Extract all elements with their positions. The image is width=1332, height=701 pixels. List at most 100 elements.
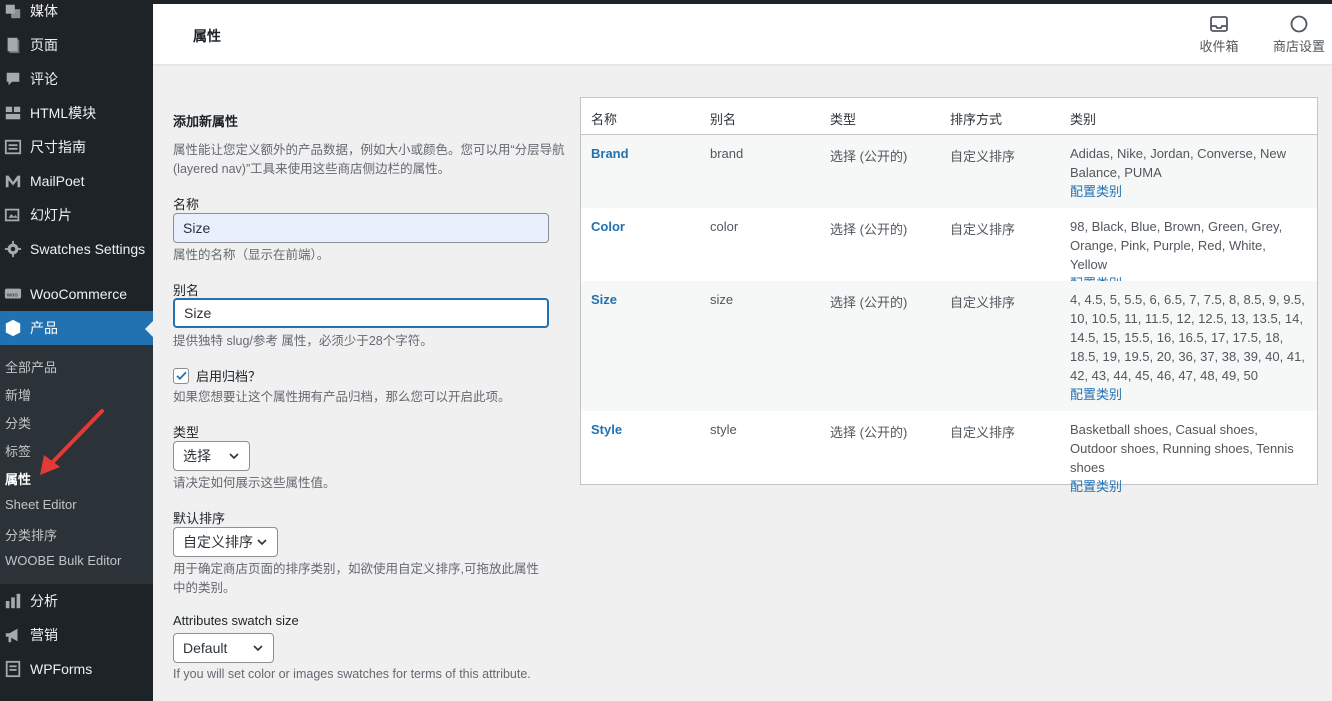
- admin-sidebar: 媒体 页面 评论 HTML模块 尺寸指南 MailPoet 幻灯片 Swatch…: [0, 0, 153, 701]
- configure-terms-link[interactable]: 配置类别: [1070, 477, 1306, 496]
- form-intro: 属性能让您定义额外的产品数据，例如大小或颜色。您可以用“分层导航(layered…: [173, 143, 565, 176]
- inbox-label: 收件箱: [1199, 39, 1239, 54]
- submenu-item-sheet-editor[interactable]: Sheet Editor: [5, 497, 77, 512]
- sidebar-item-label: 分析: [30, 593, 58, 609]
- annotation-arrow-icon: [40, 409, 104, 475]
- inbox-button[interactable]: 收件箱: [1184, 14, 1254, 55]
- submenu-item-categories[interactable]: 分类: [5, 413, 31, 432]
- attribute-order: 自定义排序: [950, 295, 1016, 310]
- table-row: Color color 选择 (公开的) 自定义排序 98, Black, Bl…: [581, 208, 1317, 291]
- archive-help: 如果您想要让这个属性拥有产品归档，那么您可以开启此项。: [173, 390, 511, 404]
- sidebar-item-label: 页面: [30, 37, 58, 53]
- sidebar-item-label: 评论: [30, 71, 58, 87]
- attribute-terms: Adidas, Nike, Jordan, Converse, New Bala…: [1070, 144, 1306, 201]
- swatch-size-select[interactable]: Default: [173, 633, 274, 663]
- sidebar-item-label: 尺寸指南: [30, 139, 86, 155]
- sidebar-item-html-block[interactable]: HTML模块: [0, 96, 153, 130]
- sidebar-item-slides[interactable]: 幻灯片: [0, 198, 153, 232]
- checkmark-icon: [175, 371, 187, 381]
- sidebar-item-label: Swatches Settings: [30, 241, 146, 257]
- attribute-slug: color: [710, 219, 739, 234]
- top-header: 属性 收件箱 商店设置: [153, 0, 1332, 64]
- submenu-item-category-order[interactable]: 分类排序: [5, 525, 57, 544]
- type-help: 请决定如何展示这些属性值。: [173, 476, 336, 490]
- page-icon: [2, 35, 24, 55]
- enable-archive-checkbox[interactable]: [173, 367, 189, 384]
- attribute-name-link[interactable]: Brand: [591, 146, 629, 161]
- default-order-select-value: 自定义排序: [183, 534, 253, 550]
- type-label: 类型: [173, 425, 200, 440]
- enable-archive-label: 启用归档？: [196, 369, 262, 384]
- attribute-terms: Basketball shoes, Casual shoes, Outdoor …: [1070, 420, 1306, 496]
- size-guide-icon: [2, 137, 24, 157]
- megaphone-icon: [2, 625, 24, 645]
- sidebar-item-label: 媒体: [30, 3, 58, 19]
- sidebar-item-label: HTML模块: [30, 105, 97, 121]
- attribute-name-link[interactable]: Color: [591, 219, 625, 234]
- swatch-size-help: If you will set color or images swatches…: [173, 667, 531, 681]
- attribute-terms-text: Adidas, Nike, Jordan, Converse, New Bala…: [1070, 146, 1287, 180]
- column-header-order: 排序方式: [950, 112, 1003, 127]
- swatch-size-select-value: Default: [183, 640, 228, 656]
- attribute-slug: size: [710, 292, 734, 307]
- sidebar-item-comments[interactable]: 评论: [0, 62, 153, 96]
- slides-icon: [2, 205, 24, 225]
- name-input[interactable]: [173, 213, 549, 243]
- column-header-terms: 类别: [1070, 112, 1097, 127]
- sidebar-item-mailpoet[interactable]: MailPoet: [0, 164, 153, 198]
- column-header-name: 名称: [591, 112, 618, 127]
- default-order-select[interactable]: 自定义排序: [173, 527, 278, 557]
- sidebar-item-marketing[interactable]: 营销: [0, 618, 153, 652]
- submenu-item-attributes[interactable]: 属性: [5, 469, 31, 488]
- wpforms-icon: [2, 659, 24, 679]
- store-settings-label: 商店设置: [1272, 39, 1325, 54]
- circle-icon: [1289, 14, 1309, 34]
- submenu-item-add-new[interactable]: 新增: [5, 385, 31, 404]
- sidebar-item-wpforms[interactable]: WPForms: [0, 652, 153, 686]
- attribute-terms: 4, 4.5, 5, 5.5, 6, 6.5, 7, 7.5, 8, 8.5, …: [1070, 290, 1306, 404]
- configure-terms-link[interactable]: 配置类别: [1070, 182, 1306, 201]
- attribute-slug: brand: [710, 146, 744, 161]
- configure-terms-link[interactable]: 配置类别: [1070, 385, 1306, 404]
- attribute-order: 自定义排序: [950, 222, 1016, 237]
- submenu-item-tags[interactable]: 标签: [5, 441, 31, 460]
- column-header-type: 类型: [830, 112, 857, 127]
- attribute-terms-text: 98, Black, Blue, Brown, Green, Grey, Ora…: [1070, 219, 1283, 272]
- type-select[interactable]: 选择: [173, 441, 250, 471]
- attributes-table: 名称 别名 类型 排序方式 类别 Brand brand 选择 (公开的) 自定…: [580, 97, 1318, 494]
- sidebar-item-products[interactable]: 产品: [0, 311, 153, 345]
- attribute-name-link[interactable]: Style: [591, 422, 622, 437]
- attribute-type: 选择 (公开的): [830, 425, 908, 440]
- sidebar-item-label: 产品: [30, 320, 58, 336]
- attribute-name-link[interactable]: Size: [591, 292, 617, 307]
- default-order-label: 默认排序: [173, 511, 226, 526]
- sidebar-item-media[interactable]: 媒体: [0, 0, 153, 28]
- chevron-down-icon: [257, 539, 267, 546]
- chevron-down-icon: [229, 453, 239, 460]
- sidebar-item-label: WPForms: [30, 661, 93, 677]
- sidebar-item-pages[interactable]: 页面: [0, 28, 153, 62]
- slug-help: 提供独特 slug/参考 属性，必须少于28个字符。: [173, 334, 433, 348]
- inbox-icon: [1209, 14, 1229, 34]
- column-header-slug: 别名: [710, 112, 737, 127]
- sidebar-item-analytics[interactable]: 分析: [0, 584, 153, 618]
- submenu-item-all-products[interactable]: 全部产品: [5, 357, 57, 376]
- analytics-icon: [2, 591, 24, 611]
- submenu-item-woobe-bulk-editor[interactable]: WOOBE Bulk Editor: [5, 553, 121, 568]
- slug-input[interactable]: [173, 298, 549, 328]
- sidebar-item-label: WooCommerce: [30, 286, 127, 302]
- active-indicator: [145, 321, 153, 337]
- comment-icon: [2, 69, 24, 89]
- sidebar-item-woocommerce[interactable]: woo WooCommerce: [0, 277, 153, 311]
- sidebar-item-swatches-settings[interactable]: Swatches Settings: [0, 232, 153, 266]
- store-settings-button[interactable]: 商店设置: [1264, 14, 1332, 55]
- attribute-type: 选择 (公开的): [830, 149, 908, 164]
- attribute-type: 选择 (公开的): [830, 222, 908, 237]
- sidebar-item-label: 营销: [30, 627, 58, 643]
- sidebar-item-size-guide[interactable]: 尺寸指南: [0, 130, 153, 164]
- sidebar-item-label: 幻灯片: [30, 207, 72, 223]
- attribute-order: 自定义排序: [950, 149, 1016, 164]
- table-row: Size size 选择 (公开的) 自定义排序 4, 4.5, 5, 5.5,…: [581, 281, 1317, 411]
- attribute-terms-text: Basketball shoes, Casual shoes, Outdoor …: [1070, 422, 1294, 475]
- gear-icon: [2, 239, 24, 259]
